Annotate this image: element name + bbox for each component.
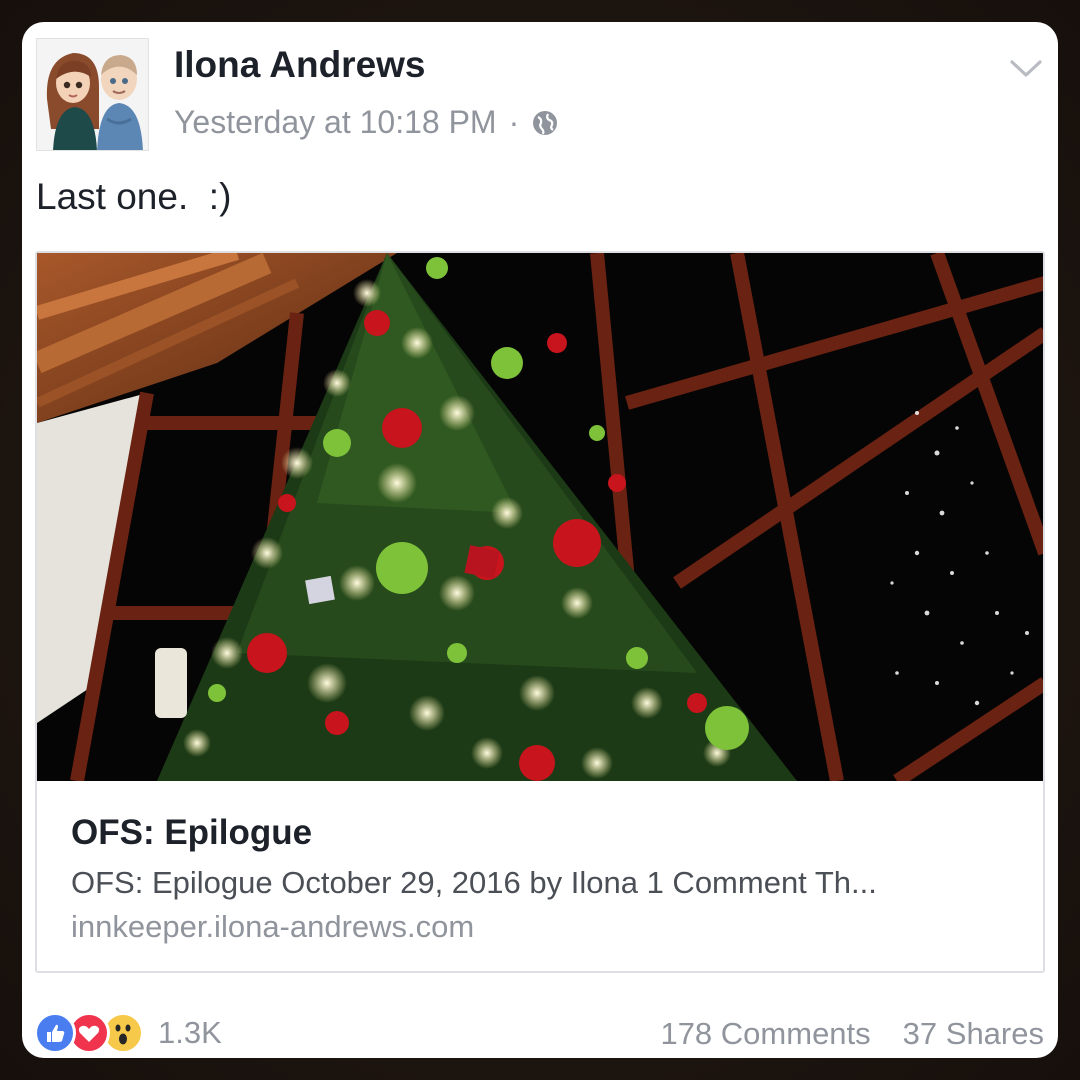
- link-preview-title[interactable]: OFS: Epilogue: [71, 813, 312, 853]
- post-text: Last one. :): [36, 176, 232, 217]
- link-preview-domain: innkeeper.ilona-andrews.com: [71, 909, 475, 944]
- globe-icon: [531, 109, 559, 137]
- meta-separator: ·: [508, 104, 520, 140]
- author-avatar[interactable]: [36, 38, 149, 151]
- post-timestamp[interactable]: Yesterday at 10:18 PM: [174, 104, 497, 141]
- link-preview-card[interactable]: OFS: Epilogue OFS: Epilogue October 29, …: [35, 251, 1045, 973]
- link-preview-description: OFS: Epilogue October 29, 2016 by Ilona …: [71, 865, 877, 900]
- post-card: Ilona Andrews Yesterday at 10:18 PM · La…: [22, 22, 1058, 1058]
- reaction-count: 1.3K: [158, 1015, 222, 1050]
- shares-count-link[interactable]: 37 Shares: [903, 1016, 1044, 1051]
- chevron-down-icon[interactable]: [1006, 48, 1046, 88]
- link-preview-image[interactable]: [37, 253, 1043, 781]
- author-name[interactable]: Ilona Andrews: [174, 44, 426, 86]
- christmas-tree-photo: [37, 253, 1043, 781]
- photo-frame: Ilona Andrews Yesterday at 10:18 PM · La…: [0, 0, 1080, 1080]
- post-meta: Yesterday at 10:18 PM ·: [174, 104, 559, 141]
- comments-count-link[interactable]: 178 Comments: [660, 1016, 870, 1051]
- avatar-illustration: [37, 39, 148, 150]
- engagement-stats: 178 Comments 37 Shares: [660, 1016, 1044, 1052]
- reaction-summary[interactable]: 1.3K: [34, 1012, 222, 1054]
- like-icon: [34, 1012, 76, 1054]
